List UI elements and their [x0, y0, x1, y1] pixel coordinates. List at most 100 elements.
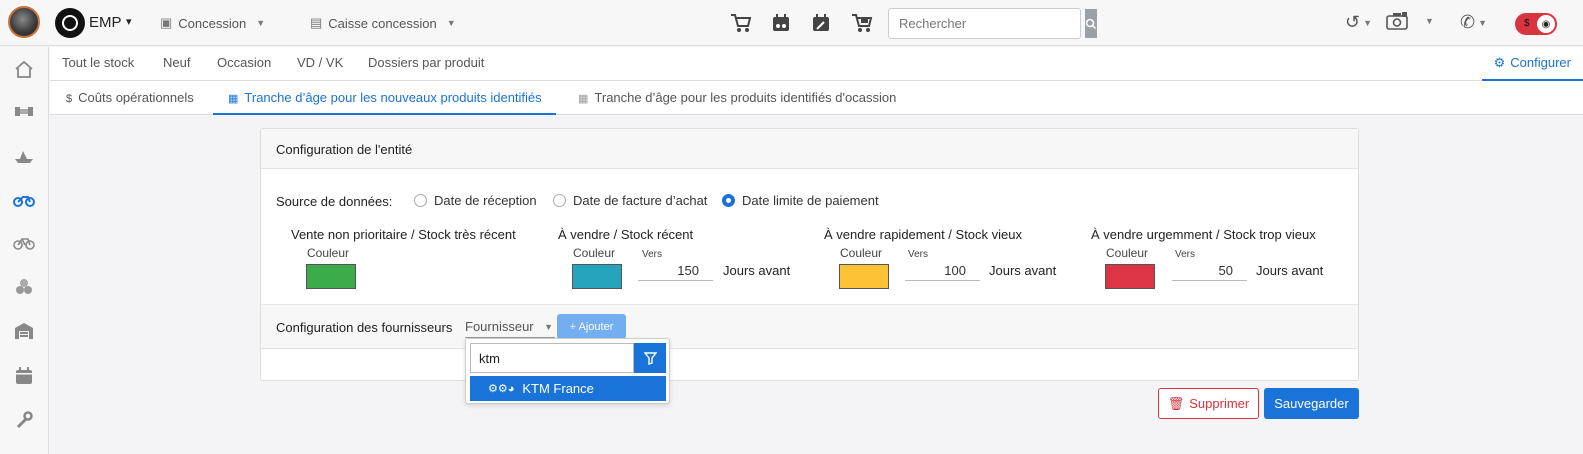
vers-label: Vers — [1175, 249, 1196, 260]
parts-icon[interactable] — [11, 274, 37, 300]
eye-icon: ◉ — [1537, 15, 1555, 33]
phone-menu[interactable]: ✆ ▼ — [1460, 12, 1487, 33]
category-title: Vente non prioritaire / Stock très récen… — [291, 227, 516, 242]
bicycle-icon[interactable] — [11, 230, 37, 256]
avatar[interactable] — [8, 6, 40, 38]
cashdesk-select-label: Caisse concession — [328, 15, 437, 31]
brand-logo[interactable] — [55, 8, 85, 38]
vers-label: Vers — [642, 249, 663, 260]
sidebar — [0, 47, 49, 454]
subnav-item-product-files[interactable]: Dossiers par produit — [368, 55, 484, 70]
chevron-down-icon: ▼ — [544, 322, 553, 332]
chevron-down-icon: ▼ — [256, 18, 266, 28]
radio-label: Date limite de paiement — [742, 193, 879, 208]
tab-label: Tranche d’âge pour les produits identifi… — [594, 90, 897, 105]
color-swatch-not-priority[interactable] — [306, 264, 356, 289]
days-before-label: Jours avant — [989, 263, 1057, 278]
cashdesk-select[interactable]: ▤ Caisse concession ▼ — [310, 15, 456, 31]
category-title: À vendre urgemment / Stock trop vieux — [1091, 227, 1316, 242]
history-menu[interactable]: ↺ ▼ — [1345, 12, 1372, 33]
cart-moto-icon[interactable] — [850, 10, 876, 36]
color-label: Couleur — [573, 246, 616, 260]
tab-new-products-age[interactable]: ▦ Tranche d’âge pour les nouveaux produit… — [213, 81, 556, 115]
radio-label: Date de réception — [434, 193, 537, 208]
search-input[interactable] — [889, 9, 1085, 38]
subnav-item-vd-vk[interactable]: VD / VK — [297, 55, 343, 70]
cart-icon[interactable] — [728, 10, 754, 36]
subnav-item-new[interactable]: Neuf — [163, 55, 190, 70]
calendar-icon: ▦ — [578, 93, 589, 105]
data-source-label: Source de données: — [276, 194, 393, 209]
calendar-icon: ▦ — [228, 93, 239, 105]
config-tabs: $ Coûts opérationnels ▦ Tranche d’âge pour… — [50, 81, 1583, 115]
entity-config-panel: Configuration de l'entité Source de donn… — [260, 128, 1359, 381]
color-swatch-sell-urgently[interactable] — [1105, 264, 1155, 289]
subnav-item-all-stock[interactable]: Tout le stock — [62, 55, 134, 70]
price-visibility-toggle[interactable]: $ ◉ — [1515, 13, 1557, 35]
subnav-item-used[interactable]: Occasion — [217, 55, 271, 70]
configure-tab[interactable]: ⚙ Configurer — [1481, 47, 1583, 81]
radio-invoice-date[interactable]: Date de facture d’achat — [553, 193, 707, 208]
top-bar: EMP ▾ ▣ Concession ▼ ▤ Caisse concession… — [0, 0, 1583, 46]
suppliers-config-label: Configuration des fournisseurs — [276, 320, 453, 335]
phone-icon: ✆ — [1460, 12, 1476, 32]
boat-icon[interactable] — [11, 143, 37, 169]
radio-circle — [414, 194, 427, 207]
dollar-label: $ — [1524, 18, 1530, 29]
supplier-dropdown: ⚙⚙◕ KTM France — [465, 338, 670, 404]
configure-label: Configurer — [1510, 55, 1571, 70]
days-input-sell-urgently[interactable] — [1172, 261, 1247, 281]
category-title: À vendre / Stock récent — [558, 227, 694, 242]
brand-name[interactable]: EMP — [89, 14, 122, 31]
chevron-down-icon: ▼ — [1363, 17, 1373, 28]
camera-menu[interactable]: ▼ — [1386, 12, 1434, 30]
wrench-icon[interactable] — [11, 407, 37, 433]
history-icon: ↺ — [1345, 12, 1361, 32]
days-input-sell-fast[interactable] — [905, 261, 980, 281]
chevron-down-icon[interactable]: ▾ — [126, 15, 132, 28]
home-icon[interactable] — [11, 56, 37, 82]
color-swatch-sell-fast[interactable] — [839, 264, 889, 289]
calendar-moto-icon[interactable] — [768, 10, 794, 36]
days-input-to-sell[interactable] — [638, 261, 713, 281]
color-swatch-to-sell[interactable] — [572, 264, 622, 289]
supplier-search-input[interactable] — [470, 343, 634, 373]
radio-reception-date[interactable]: Date de réception — [414, 193, 537, 208]
supplier-select[interactable]: Fournisseur ▼ — [465, 318, 555, 338]
supplier-option-ktm-france[interactable]: ⚙⚙◕ KTM France — [470, 376, 666, 401]
chevron-down-icon: ▼ — [1425, 16, 1434, 26]
add-supplier-button[interactable]: + Ajouter — [557, 314, 626, 339]
delete-label: Supprimer — [1189, 396, 1250, 411]
stock-subnav: Tout le stock Neuf Occasion VD / VK Doss… — [50, 47, 1583, 81]
color-label: Couleur — [307, 246, 350, 260]
filter-icon[interactable] — [634, 343, 666, 373]
delete-button[interactable]: 🗑 Supprimer — [1158, 388, 1259, 419]
supplier-option-label: KTM France — [522, 381, 594, 396]
cash-register-icon: ▤ — [310, 15, 323, 30]
warehouse-icon[interactable] — [11, 318, 37, 344]
calendar-wrench-icon[interactable] — [808, 10, 834, 36]
search-icon[interactable] — [1085, 9, 1097, 38]
tab-label: Tranche d’âge pour les nouveaux produits… — [244, 90, 542, 105]
calendar-icon[interactable] — [11, 363, 37, 389]
trash-icon: 🗑 — [1167, 395, 1185, 411]
supplier-select-value: Fournisseur — [465, 319, 534, 334]
motorcycle-icon[interactable] — [11, 187, 37, 213]
chevron-down-icon: ▼ — [1478, 17, 1488, 28]
save-button[interactable]: Sauvegarder — [1264, 388, 1359, 419]
days-before-label: Jours avant — [723, 263, 791, 278]
radio-circle — [722, 194, 735, 207]
color-label: Couleur — [840, 246, 883, 260]
radio-circle — [553, 194, 566, 207]
radio-payment-deadline[interactable]: Date limite de paiement — [722, 193, 879, 208]
tab-operational-costs[interactable]: $ Coûts opérationnels — [66, 81, 194, 115]
chevron-down-icon: ▼ — [446, 18, 456, 28]
tab-used-products-age[interactable]: ▦ Tranche d’âge pour les produits identif… — [578, 81, 896, 115]
dealership-select-label: Concession — [178, 15, 247, 31]
search-bar — [888, 8, 1097, 39]
suppliers-config-row: Configuration des fournisseurs Fournisse… — [261, 304, 1358, 349]
dealership-select[interactable]: ▣ Concession ▼ — [160, 15, 265, 31]
vers-label: Vers — [908, 249, 929, 260]
supplier-type-icon: ⚙⚙◕ — [488, 383, 515, 395]
handshake-icon[interactable] — [11, 98, 37, 124]
